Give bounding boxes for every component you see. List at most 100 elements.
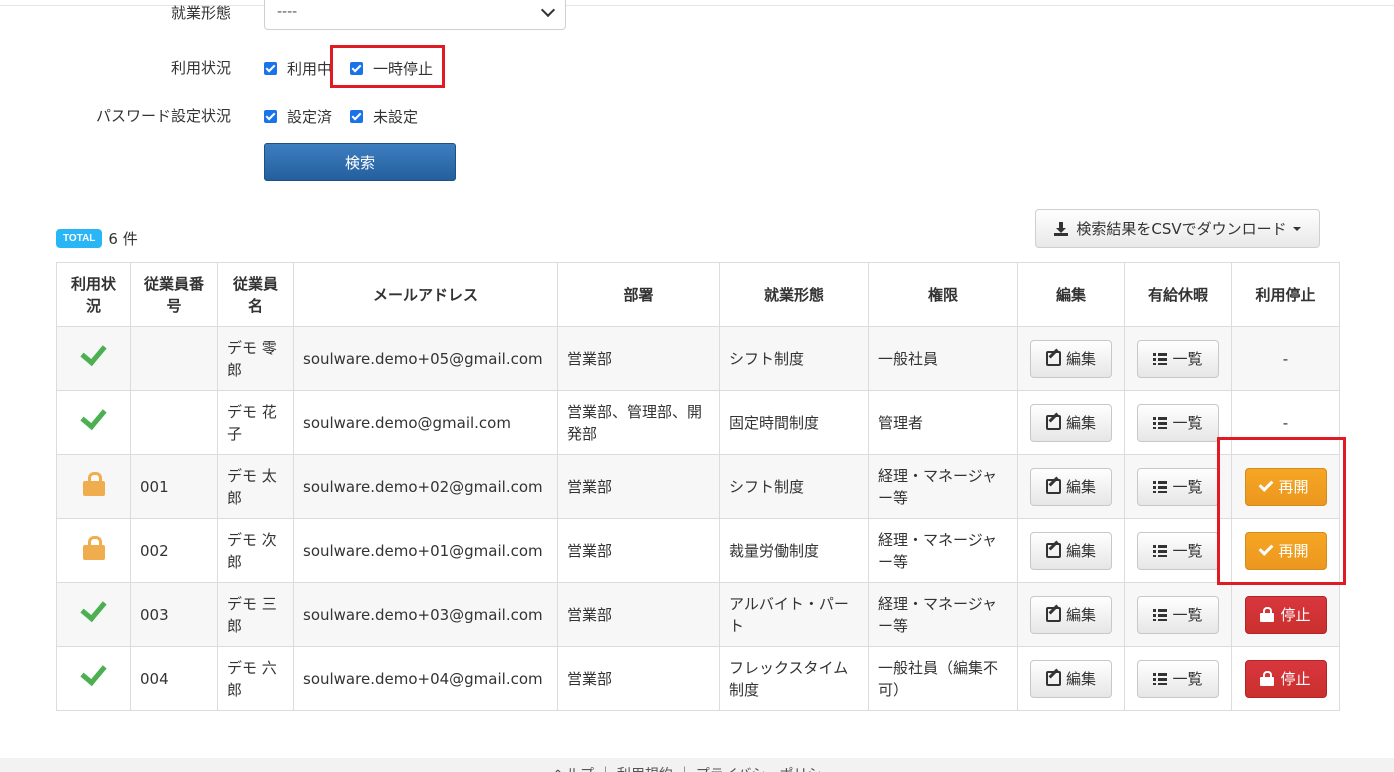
employment-type-value: ----: [277, 4, 298, 20]
highlight-box-resume-buttons: [1217, 437, 1346, 585]
footer: ヘルプ ｜ 利用規約 ｜ プライバシーポリシー: [0, 758, 1394, 772]
employee-number: 004: [130, 646, 218, 711]
edit-cell: 編集: [1017, 646, 1125, 711]
password-set-option[interactable]: 設定済: [264, 106, 332, 127]
list-icon: [1153, 672, 1168, 685]
col-header-suspend: 利用停止: [1231, 262, 1340, 327]
employee-name: デモ 次郎: [217, 518, 294, 583]
employee-number: 003: [130, 582, 218, 647]
leave-list-button[interactable]: 一覧: [1137, 467, 1219, 506]
leave-list-button[interactable]: 一覧: [1137, 659, 1219, 698]
csv-download-button[interactable]: 検索結果をCSVでダウンロード: [1035, 209, 1320, 248]
total-count-text: 6 件: [108, 230, 138, 248]
leave-list-button[interactable]: 一覧: [1137, 403, 1219, 442]
caret-down-icon: [1292, 226, 1301, 231]
employee-name: デモ 太郎: [217, 454, 294, 519]
password-unset-label: 未設定: [373, 108, 419, 126]
employee-email: soulware.demo+04@gmail.com: [293, 646, 558, 711]
employee-dept: 営業部: [557, 582, 720, 647]
edit-cell: 編集: [1017, 454, 1125, 519]
employee-name: デモ 零郎: [217, 326, 294, 391]
leave-cell: 一覧: [1124, 326, 1232, 391]
edit-label: 編集: [1065, 413, 1096, 432]
status-cell: [56, 326, 131, 391]
leave-cell: 一覧: [1124, 454, 1232, 519]
status-cell: [56, 454, 131, 519]
edit-button[interactable]: 編集: [1030, 467, 1112, 506]
usage-active-checkbox[interactable]: [264, 62, 277, 75]
footer-links[interactable]: ヘルプ ｜ 利用規約 ｜ プライバシーポリシー: [552, 764, 836, 772]
list-icon: [1153, 608, 1168, 621]
usage-active-option[interactable]: 利用中: [264, 58, 332, 79]
edit-button[interactable]: 編集: [1030, 595, 1112, 634]
password-unset-checkbox[interactable]: [350, 110, 364, 123]
table-row: デモ 花子 soulware.demo@gmail.com 営業部、管理部、開発…: [56, 390, 1340, 455]
edit-label: 編集: [1065, 477, 1096, 496]
leave-cell: 一覧: [1124, 518, 1232, 583]
check-icon: [80, 338, 107, 367]
employee-role: 経理・マネージャー等: [868, 582, 1018, 647]
employee-email: soulware.demo@gmail.com: [293, 390, 558, 455]
leave-cell: 一覧: [1124, 390, 1232, 455]
employee-employment: 固定時間制度: [719, 390, 869, 455]
employee-name: デモ 花子: [217, 390, 294, 455]
col-header-dept: 部署: [557, 262, 720, 327]
edit-cell: 編集: [1017, 582, 1125, 647]
check-icon: [80, 402, 107, 431]
search-button[interactable]: 検索: [264, 143, 456, 181]
edit-button[interactable]: 編集: [1030, 339, 1112, 378]
usage-status-label: 利用状況: [170, 59, 231, 77]
table-header-row: 利用状況 従業員番号 従業員名 メールアドレス 部署 就業形態 権限 編集 有給…: [56, 262, 1340, 327]
leave-list-button[interactable]: 一覧: [1137, 339, 1219, 378]
list-icon: [1153, 480, 1168, 493]
edit-icon: [1045, 543, 1061, 558]
password-unset-option[interactable]: 未設定: [350, 106, 418, 127]
employee-employment: フレックスタイム制度: [719, 646, 869, 711]
leave-list-button[interactable]: 一覧: [1137, 595, 1219, 634]
password-set-checkbox[interactable]: [264, 110, 277, 123]
download-icon: [1054, 221, 1069, 236]
employee-role: 経理・マネージャー等: [868, 454, 1018, 519]
employee-number: [130, 326, 218, 391]
edit-button[interactable]: 編集: [1030, 403, 1112, 442]
list-label: 一覧: [1172, 413, 1203, 432]
col-header-leave: 有給休暇: [1124, 262, 1232, 327]
col-header-edit: 編集: [1017, 262, 1125, 327]
stop-button[interactable]: 停止: [1244, 659, 1327, 698]
leave-cell: 一覧: [1124, 646, 1232, 711]
list-label: 一覧: [1172, 349, 1203, 368]
list-label: 一覧: [1172, 541, 1203, 560]
employment-type-select[interactable]: ----: [264, 0, 566, 30]
edit-label: 編集: [1065, 669, 1096, 688]
employee-email: soulware.demo+01@gmail.com: [293, 518, 558, 583]
leave-list-button[interactable]: 一覧: [1137, 531, 1219, 570]
employee-dept: 営業部: [557, 646, 720, 711]
total-count: TOTAL 6 件: [56, 228, 138, 249]
employee-employment: シフト制度: [719, 454, 869, 519]
list-label: 一覧: [1172, 605, 1203, 624]
employee-name: デモ 六郎: [217, 646, 294, 711]
status-cell: [56, 518, 131, 583]
edit-button[interactable]: 編集: [1030, 659, 1112, 698]
usage-active-label: 利用中: [287, 60, 333, 78]
employee-table: 利用状況 従業員番号 従業員名 メールアドレス 部署 就業形態 権限 編集 有給…: [56, 262, 1340, 711]
chevron-down-icon: [540, 2, 556, 17]
leave-cell: 一覧: [1124, 582, 1232, 647]
password-set-label: 設定済: [287, 108, 333, 126]
edit-label: 編集: [1065, 349, 1096, 368]
edit-button[interactable]: 編集: [1030, 531, 1112, 570]
stop-button[interactable]: 停止: [1244, 595, 1327, 634]
employment-type-label: 就業形態: [170, 4, 231, 22]
employee-dept: 営業部: [557, 518, 720, 583]
employee-role: 管理者: [868, 390, 1018, 455]
lock-icon: [82, 471, 105, 496]
employee-employment: 裁量労働制度: [719, 518, 869, 583]
employee-employment: シフト制度: [719, 326, 869, 391]
table-row: 003 デモ 三郎 soulware.demo+03@gmail.com 営業部…: [56, 582, 1340, 647]
employee-role: 経理・マネージャー等: [868, 518, 1018, 583]
list-label: 一覧: [1172, 669, 1203, 688]
employee-email: soulware.demo+02@gmail.com: [293, 454, 558, 519]
edit-icon: [1045, 607, 1061, 622]
stop-label: 停止: [1280, 669, 1311, 688]
highlight-box-paused-filter: [330, 45, 445, 88]
